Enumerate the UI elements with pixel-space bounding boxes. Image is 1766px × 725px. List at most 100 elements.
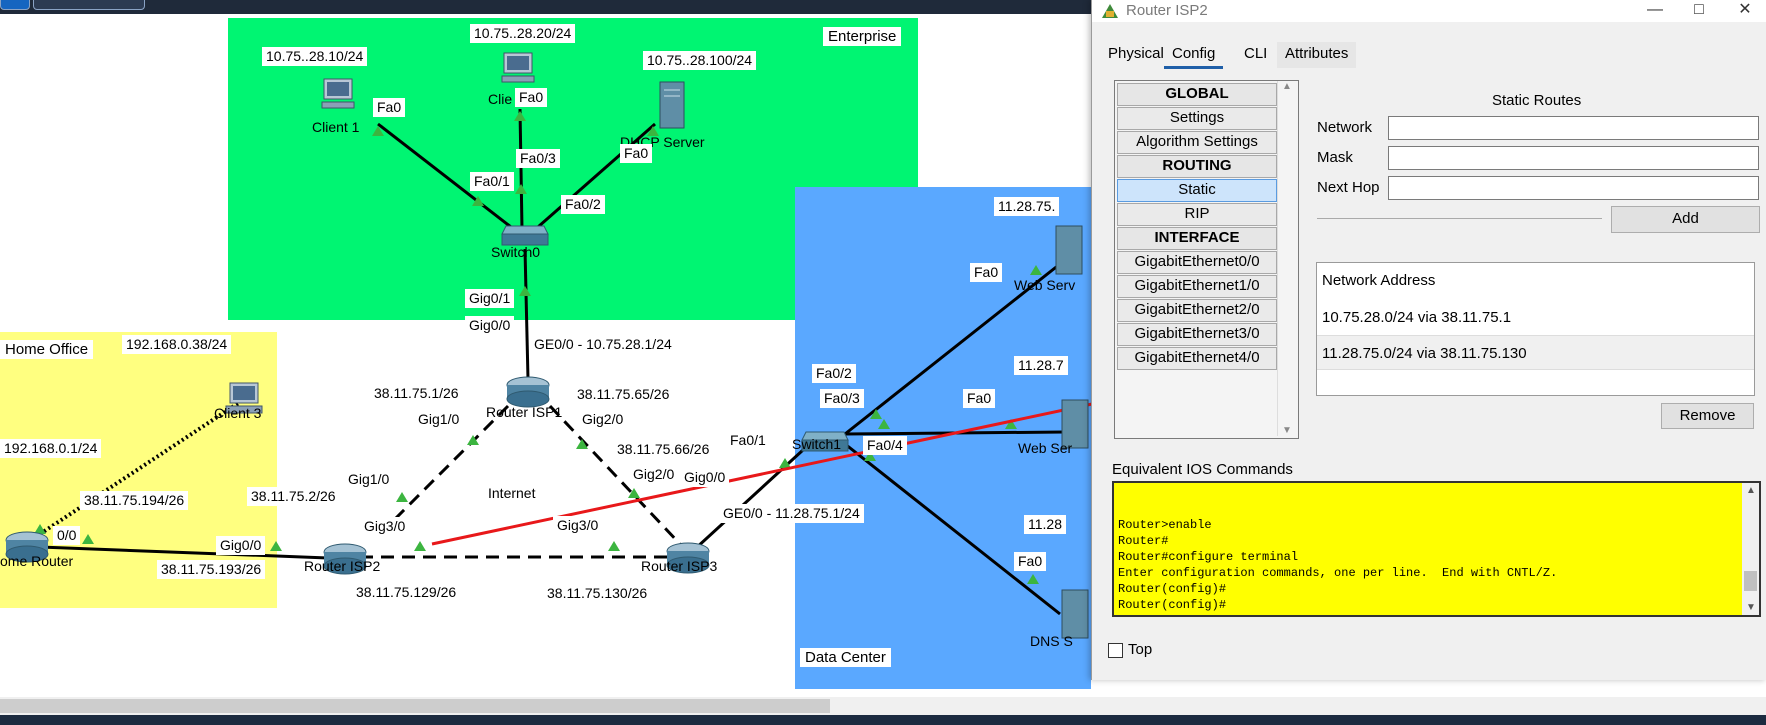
maximize-icon[interactable]: □: [1677, 0, 1721, 22]
nav-item-rip[interactable]: RIP: [1117, 203, 1277, 226]
home-port-label: 0/0: [53, 526, 81, 545]
route-row[interactable]: 10.75.28.0/24 via 38.11.75.1: [1317, 300, 1754, 335]
isp2-bottom-ip-label: 38.11.75.129/26: [352, 583, 461, 602]
router-isp2-name: Router ISP2: [304, 558, 381, 574]
close-icon[interactable]: ✕: [1723, 0, 1766, 22]
nav-item-gig0-0[interactable]: GigabitEthernet0/0: [1117, 251, 1277, 274]
isp2-home-ip-label: 38.11.75.193/26: [157, 560, 266, 579]
minimize-icon[interactable]: —: [1633, 0, 1677, 22]
tab-physical[interactable]: Physical: [1100, 42, 1172, 68]
console-scroll-thumb[interactable]: [1744, 571, 1757, 591]
isp3-top-ip-label: 38.11.75.66/26: [613, 440, 714, 459]
console-scrollbar[interactable]: ▲ ▼: [1742, 483, 1759, 615]
switch0-fa01-label: Fa0/1: [470, 172, 514, 191]
remove-button[interactable]: Remove: [1661, 403, 1754, 429]
isp2-gig00-label: Gig0/0: [216, 536, 266, 555]
add-button[interactable]: Add: [1611, 206, 1760, 233]
switch0-fa03-label: Fa0/3: [516, 149, 560, 168]
dialog-titlebar[interactable]: Router ISP2 — □ ✕: [1092, 0, 1766, 22]
scroll-up-icon[interactable]: ▲: [1746, 485, 1756, 496]
host-tab-button[interactable]: [33, 0, 145, 10]
host-tab-button[interactable]: [0, 0, 30, 10]
switch1-fa04-label: Fa0/4: [863, 436, 907, 455]
dns-server-name: DNS S: [1030, 633, 1073, 649]
web2-ip-label: 11.28.7: [1014, 356, 1068, 375]
isp2-gig10-label: Gig1/0: [344, 470, 394, 489]
canvas-horizontal-scrollbar[interactable]: [0, 697, 1766, 715]
static-routes-list[interactable]: Network Address 10.75.28.0/24 via 38.11.…: [1316, 262, 1755, 396]
ios-commands-heading: Equivalent IOS Commands: [1112, 461, 1293, 478]
switch0-name: Switch0: [491, 244, 541, 260]
network-input[interactable]: [1388, 116, 1759, 140]
links-layer: [34, 108, 1100, 616]
link-home-isp2: [39, 545, 329, 560]
internet-label: Internet: [484, 484, 540, 503]
network-canvas[interactable]: Enterprise Home Office Data Center Inter…: [0, 14, 1100, 714]
nav-header-interface: INTERFACE: [1117, 227, 1277, 250]
home-office-label: Home Office: [0, 340, 94, 359]
host-toolbar-strip: [0, 0, 1100, 14]
scrollbar-thumb[interactable]: [0, 699, 830, 713]
web2-fa0-label: Fa0: [963, 389, 996, 408]
top-checkbox[interactable]: [1108, 643, 1123, 658]
dhcp-server-icon[interactable]: [656, 80, 688, 133]
next-hop-input[interactable]: [1388, 176, 1759, 200]
ios-commands-console[interactable]: Router>enable Router# Router#configure t…: [1112, 481, 1761, 617]
nav-header-routing: ROUTING: [1117, 155, 1277, 178]
isp2-gig30-label: Gig3/0: [360, 517, 410, 536]
client3-ip-label: 192.168.0.38/24: [122, 335, 232, 354]
tab-attributes[interactable]: Attributes: [1277, 42, 1357, 68]
web1-fa0-label: Fa0: [970, 263, 1003, 282]
scroll-down-icon[interactable]: ▼: [1746, 602, 1756, 613]
switch1-name: Switch1: [792, 436, 842, 452]
home-wan-ip-label: 38.11.75.194/26: [80, 491, 189, 510]
web1-ip-label: 11.28.75.: [994, 197, 1060, 216]
tab-cli[interactable]: CLI: [1236, 42, 1275, 68]
web-server1-name: Web Serv: [1014, 277, 1076, 293]
nav-item-gig1-0[interactable]: GigabitEthernet1/0: [1117, 275, 1277, 298]
nav-item-algorithm-settings[interactable]: Algorithm Settings: [1117, 131, 1277, 154]
nav-panel-scrollbar[interactable]: ▲ ▼: [1277, 81, 1297, 436]
isp1-right-ip-label: 38.11.75.65/26: [573, 385, 674, 404]
client2-pc-icon[interactable]: [500, 52, 536, 87]
router-config-dialog: Router ISP2 — □ ✕ Physical Config CLI At…: [1091, 0, 1766, 680]
route-row[interactable]: 11.28.75.0/24 via 38.11.75.130: [1317, 335, 1754, 370]
isp2-left-ip-label: 38.11.75.2/26: [247, 487, 340, 506]
switch0-fa02-label: Fa0/2: [561, 195, 605, 214]
next-hop-label: Next Hop: [1317, 179, 1380, 196]
client2-name: Clie: [488, 91, 513, 107]
client1-pc-icon[interactable]: [320, 78, 356, 113]
router-isp1-name: Router ISP1: [486, 404, 563, 420]
scroll-down-icon[interactable]: ▼: [1282, 425, 1292, 436]
web-server1-icon[interactable]: [1052, 224, 1086, 279]
client1-name: Client 1: [312, 119, 360, 135]
mask-input[interactable]: [1388, 146, 1759, 170]
nav-item-static[interactable]: Static: [1117, 179, 1277, 202]
dhcp-ip-label: 10.75..28.100/24: [643, 51, 757, 70]
home-router-name: ome Router: [0, 553, 74, 569]
dns-ip-label: 11.28: [1024, 515, 1066, 534]
isp1-gig10-label: Gig1/0: [414, 410, 464, 429]
switch1-fa01-label: Fa0/1: [726, 431, 770, 450]
isp1-gig20-label: Gig2/0: [578, 410, 628, 429]
ios-commands-text: Router>enable Router# Router#configure t…: [1118, 518, 1558, 612]
switch1-fa03-label: Fa0/3: [820, 389, 864, 408]
home-lan-ip-label: 192.168.0.1/24: [0, 439, 102, 458]
scroll-up-icon[interactable]: ▲: [1282, 81, 1292, 92]
routes-list-header: Network Address: [1322, 272, 1436, 289]
dhcp-fa0-label: Fa0: [620, 144, 653, 163]
nav-item-gig4-0[interactable]: GigabitEthernet4/0: [1117, 347, 1277, 370]
os-taskbar: [0, 715, 1766, 725]
client1-fa0-label: Fa0: [373, 98, 406, 117]
isp3-ge00-label: GE0/0 - 11.28.75.1/24: [719, 504, 864, 523]
isp3-gig00-label: Gig0/0: [680, 468, 730, 487]
data-center-label: Data Center: [800, 648, 891, 667]
tab-config[interactable]: Config: [1164, 42, 1224, 69]
nav-item-gig2-0[interactable]: GigabitEthernet2/0: [1117, 299, 1277, 322]
link-switch0-isp1: [523, 248, 530, 380]
isp3-gig20-label: Gig2/0: [629, 465, 679, 484]
nav-item-gig3-0[interactable]: GigabitEthernet3/0: [1117, 323, 1277, 346]
nav-item-settings[interactable]: Settings: [1117, 107, 1277, 130]
static-routes-heading: Static Routes: [1492, 92, 1582, 109]
isp1-left-ip-label: 38.11.75.1/26: [370, 384, 463, 403]
